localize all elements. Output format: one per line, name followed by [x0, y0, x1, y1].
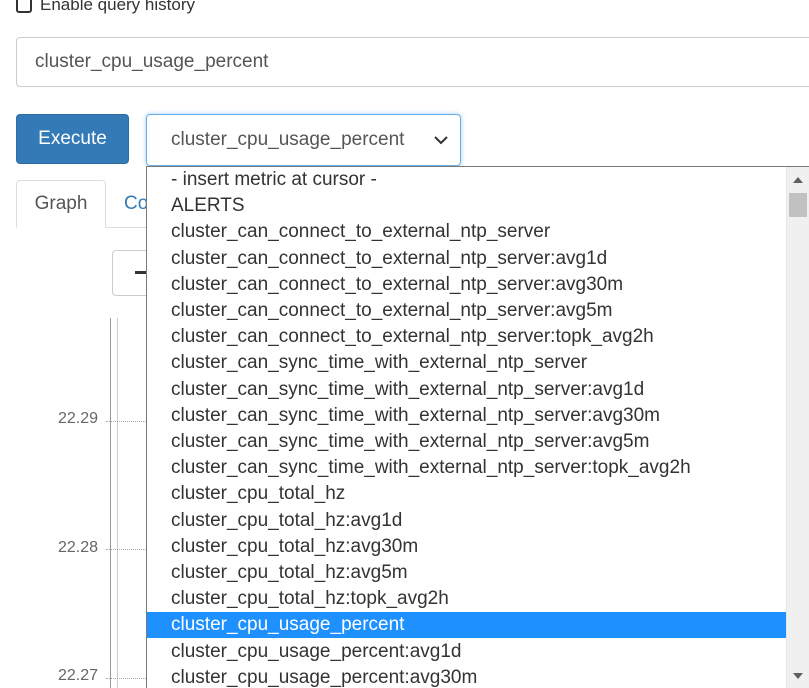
- graph-y-axis: [110, 318, 118, 688]
- y-tick-line: [106, 549, 146, 550]
- dropdown-option[interactable]: - insert metric at cursor -: [147, 167, 787, 193]
- dropdown-option[interactable]: cluster_cpu_usage_percent:avg1d: [147, 639, 787, 665]
- dropdown-option[interactable]: cluster_can_sync_time_with_external_ntp_…: [147, 403, 787, 429]
- y-tick-label: 22.29: [58, 410, 99, 427]
- dropdown-option[interactable]: cluster_can_connect_to_external_ntp_serv…: [147, 219, 787, 245]
- dropdown-option[interactable]: cluster_cpu_total_hz: [147, 481, 787, 507]
- tab-graph[interactable]: Graph: [16, 180, 106, 228]
- metric-dropdown-list: - insert metric at cursor - ALERTS cluster…: [146, 166, 809, 688]
- y-tick-line: [106, 678, 146, 679]
- dropdown-option[interactable]: ALERTS: [147, 193, 787, 219]
- dropdown-option[interactable]: cluster_can_connect_to_external_ntp_serv…: [147, 298, 787, 324]
- scroll-up-arrow-icon[interactable]: [793, 177, 803, 183]
- dropdown-option[interactable]: cluster_cpu_total_hz:avg30m: [147, 534, 787, 560]
- dropdown-option[interactable]: cluster_cpu_total_hz:avg5m: [147, 560, 787, 586]
- metric-select-value: cluster_cpu_usage_percent: [171, 129, 405, 150]
- y-tick-line: [106, 421, 146, 422]
- dropdown-option[interactable]: cluster_can_connect_to_external_ntp_serv…: [147, 246, 787, 272]
- y-tick-label: 22.27: [58, 667, 99, 684]
- dropdown-option[interactable]: cluster_cpu_total_hz:topk_avg2h: [147, 586, 787, 612]
- dropdown-option[interactable]: cluster_can_sync_time_with_external_ntp_…: [147, 350, 787, 376]
- chevron-down-icon: [434, 136, 448, 145]
- query-history-label: Enable query history: [40, 0, 195, 14]
- prometheus-query-page: Enable query history cluster_cpu_usage_p…: [0, 0, 809, 688]
- dropdown-option[interactable]: cluster_can_sync_time_with_external_ntp_…: [147, 377, 787, 403]
- scroll-down-arrow-icon[interactable]: [793, 673, 803, 679]
- dropdown-scrollbar[interactable]: [786, 167, 809, 688]
- metric-select[interactable]: cluster_cpu_usage_percent: [146, 114, 461, 166]
- scrollbar-thumb[interactable]: [789, 193, 807, 217]
- expression-input[interactable]: cluster_cpu_usage_percent: [16, 37, 809, 87]
- dropdown-option[interactable]: cluster_cpu_usage_percent: [147, 612, 787, 639]
- y-tick-label: 22.28: [58, 539, 99, 556]
- dropdown-option[interactable]: cluster_can_connect_to_external_ntp_serv…: [147, 272, 787, 298]
- dropdown-option[interactable]: cluster_cpu_usage_percent:avg30m: [147, 665, 787, 688]
- query-history-row[interactable]: Enable query history: [16, 0, 195, 16]
- dropdown-option[interactable]: cluster_can_sync_time_with_external_ntp_…: [147, 429, 787, 455]
- execute-button[interactable]: Execute: [16, 114, 129, 164]
- dropdown-option[interactable]: cluster_can_sync_time_with_external_ntp_…: [147, 455, 787, 481]
- dropdown-option[interactable]: cluster_can_connect_to_external_ntp_serv…: [147, 324, 787, 350]
- dropdown-option[interactable]: cluster_cpu_total_hz:avg1d: [147, 508, 787, 534]
- query-history-checkbox[interactable]: [16, 0, 32, 13]
